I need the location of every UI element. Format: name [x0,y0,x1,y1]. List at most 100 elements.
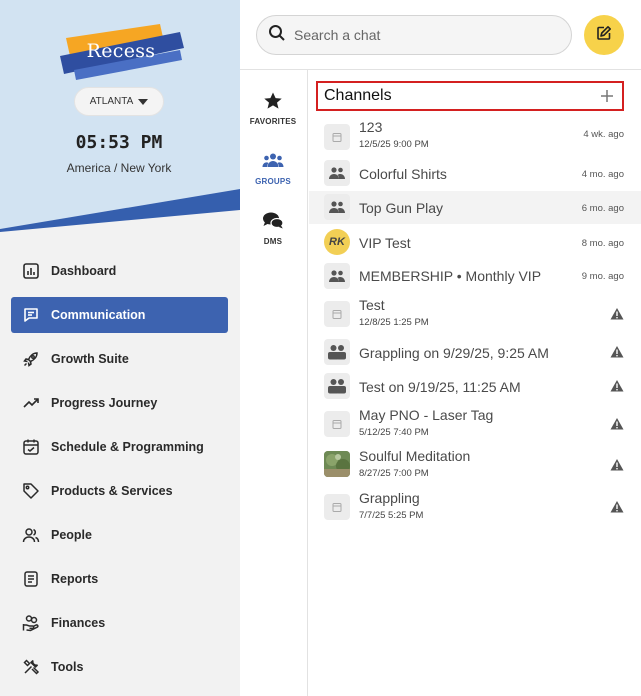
nav-label: Progress Journey [51,396,158,410]
channel-timestamp: 4 wk. ago [583,129,624,140]
people-icon [324,373,350,399]
nav-item-communication[interactable]: Communication [11,297,228,333]
nav-label: Finances [51,616,106,630]
location-selector[interactable]: ATLANTA [74,87,164,116]
channel-row[interactable]: Colorful Shirts 4 mo. ago [309,157,641,190]
channel-row[interactable]: Test 12/8/25 1:25 PM [309,294,641,334]
channel-subtitle: 7/7/25 5:25 PM [359,510,424,521]
compose-message-button[interactable] [584,15,624,55]
tools-icon [11,649,51,685]
channel-row[interactable]: May PNO - Laser Tag 5/12/25 7:40 PM [309,403,641,444]
channel-row[interactable]: Grappling on 9/29/25, 9:25 AM [309,335,641,369]
recess-logo: Recess [56,22,186,84]
nav-label: Products & Services [51,484,173,498]
trend-up-icon [11,385,51,421]
edit-icon [596,25,612,46]
channel-title: MEMBERSHIP • Monthly VIP [359,268,542,284]
category-label: DMS [263,237,283,246]
warning-icon [610,418,624,430]
channel-subtitle: 8/27/25 7:00 PM [359,468,429,479]
channel-timestamp: 6 mo. ago [581,203,624,214]
nav-label: Communication [51,308,146,322]
channel-title: Grappling [359,490,420,506]
channel-title: Grappling on 9/29/25, 9:25 AM [359,345,549,361]
category-groups[interactable]: GROUPS [242,150,304,186]
category-label: GROUPS [255,177,291,186]
chat-search-bar [256,15,572,55]
header-divider [240,69,641,70]
star-icon [242,90,304,112]
warning-icon [610,501,624,513]
channel-title: Colorful Shirts [359,166,447,182]
nav-item-progress-journey[interactable]: Progress Journey [11,385,228,421]
avatar-initials: RK [324,229,350,255]
people-icon [324,339,350,365]
event-icon [324,124,350,150]
channel-title: Top Gun Play [359,200,444,216]
sidebar-header: Recess ATLANTA 05:53 PM America / New Yo… [0,0,240,232]
brand-name: Recess [86,40,156,62]
channel-title: May PNO - Laser Tag [359,407,494,423]
document-icon [11,561,51,597]
event-icon [324,494,350,520]
nav-label: Dashboard [51,264,117,278]
group-icon [324,194,350,220]
channel-subtitle: 12/8/25 1:25 PM [359,317,429,328]
channel-row[interactable]: Grappling 7/7/25 5:25 PM [309,487,641,527]
group-icon [242,150,304,172]
channel-row[interactable]: 123 12/5/25 9:00 PM 4 wk. ago [309,116,641,156]
chat-search-input[interactable] [294,27,544,43]
channel-timestamp: 4 mo. ago [581,169,624,180]
category-favorites[interactable]: FAVORITES [242,90,304,126]
event-icon [324,411,350,437]
sidebar: Recess ATLANTA 05:53 PM America / New Yo… [0,0,240,696]
channel-subtitle: 5/12/25 7:40 PM [359,427,429,438]
nav-label: Schedule & Programming [51,440,204,454]
category-divider [307,70,308,696]
chat-icon [11,297,51,333]
warning-icon [610,346,624,358]
warning-icon [610,308,624,320]
category-dms[interactable]: DMS [242,210,304,246]
rocket-icon [11,341,51,377]
nav-item-schedule-programming[interactable]: Schedule & Programming [11,429,228,465]
channel-title: Test on 9/19/25, 11:25 AM [359,379,521,395]
nav-item-reports[interactable]: Reports [11,561,228,597]
nav-item-growth-suite[interactable]: Growth Suite [11,341,228,377]
channel-title: VIP Test [359,235,411,251]
caret-down-icon [138,98,149,105]
nav-item-tools[interactable]: Tools [11,649,228,685]
nav-label: Tools [51,660,84,674]
channel-subtitle: 12/5/25 9:00 PM [359,139,429,150]
search-icon [268,24,286,47]
category-label: FAVORITES [249,117,297,126]
nav-label: People [51,528,92,542]
add-channel-button[interactable] [598,86,616,106]
nav-item-people[interactable]: People [11,517,228,553]
clock-time: 05:53 PM [75,132,163,153]
bar-chart-icon [11,253,51,289]
channel-row[interactable]: Soulful Meditation 8/27/25 7:00 PM [309,444,641,486]
channel-row[interactable]: MEMBERSHIP • Monthly VIP 9 mo. ago [309,259,641,293]
channel-timestamp: 9 mo. ago [581,271,624,282]
channel-title: 123 [359,119,383,135]
nav-item-dashboard[interactable]: Dashboard [11,253,228,289]
hand-coins-icon [11,605,51,641]
channel-row[interactable]: Top Gun Play 6 mo. ago [309,191,641,224]
speech-bubbles-icon [242,210,304,232]
people-icon [11,517,51,553]
channel-row[interactable]: RK VIP Test 8 mo. ago [309,225,641,259]
nav-item-products-services[interactable]: Products & Services [11,473,228,509]
group-icon [324,263,350,289]
nav-item-finances[interactable]: Finances [11,605,228,641]
channel-title: Test [359,297,385,313]
channel-timestamp: 8 mo. ago [581,238,624,249]
event-icon [324,301,350,327]
channel-row[interactable]: Test on 9/19/25, 11:25 AM [309,369,641,403]
warning-icon [610,459,624,471]
warning-icon [610,380,624,392]
photo-thumbnail [324,451,350,477]
channels-header: Channels [316,81,624,111]
channel-title: Soulful Meditation [359,448,471,464]
nav-label: Growth Suite [51,352,129,366]
